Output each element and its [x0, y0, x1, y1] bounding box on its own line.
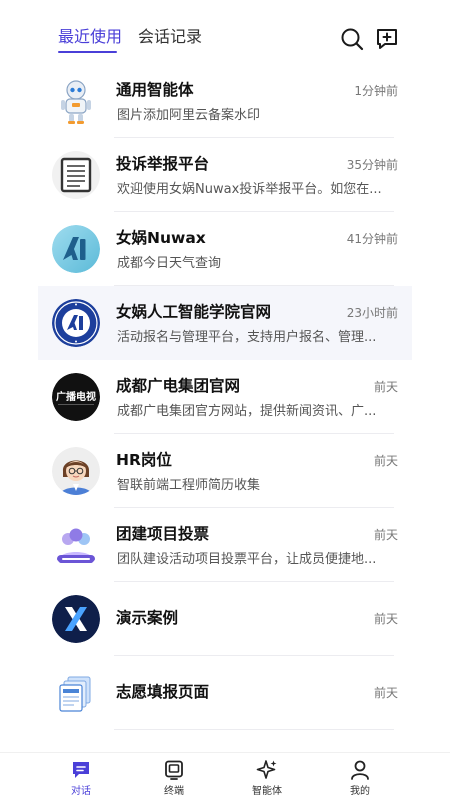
- conversation-name: 志愿填报页面: [116, 683, 210, 701]
- profile-icon: [351, 760, 369, 780]
- conversation-name: 成都广电集团官网: [116, 377, 241, 395]
- conversation-preview: 活动报名与管理平台，支持用户报名、管理...: [117, 330, 377, 345]
- conversation-item[interactable]: 投诉举报平台 35分钟前 欢迎使用女娲Nuwax投诉举报平台。如您在...: [38, 138, 412, 212]
- conversation-name: HR岗位: [116, 451, 172, 469]
- bottom-tab-bar: 对话 终端 智能体 我的: [0, 752, 450, 800]
- tab-recent[interactable]: 最近使用: [58, 26, 122, 48]
- conversation-name: 演示案例: [116, 609, 179, 627]
- conversation-item[interactable]: 团建项目投票 前天 团队建设活动项目投票平台，让成员便捷地...: [38, 508, 412, 582]
- conversation-item[interactable]: HR岗位 前天 智联前端工程师简历收集: [38, 434, 412, 508]
- academy-seal-avatar: [52, 299, 100, 347]
- document-avatar: [52, 151, 100, 199]
- sparkle-icon: [256, 760, 277, 779]
- conversation-name: 女娲Nuwax: [116, 229, 206, 247]
- tab-history[interactable]: 会话记录: [138, 26, 202, 48]
- active-tab-indicator: [58, 51, 117, 53]
- conversation-time: 41分钟前: [346, 232, 398, 246]
- tabbar-label: 智能体: [252, 786, 282, 797]
- conversation-name: 投诉举报平台: [116, 155, 210, 173]
- tabbar-item-profile[interactable]: 我的: [330, 759, 390, 799]
- conversation-item[interactable]: 演示案例 前天: [38, 582, 412, 656]
- broadcast-logo-text: 广播电视: [56, 390, 96, 403]
- conversation-item[interactable]: 广播电视 成都广电集团官网 前天 成都广电集团官方网站，提供新闻资讯、广...: [38, 360, 412, 434]
- terminal-icon: [165, 760, 183, 780]
- conversation-time: 1分钟前: [354, 84, 398, 98]
- pages-stack-avatar: [52, 669, 100, 717]
- conversation-item[interactable]: 女娲Nuwax 41分钟前 成都今日天气查询: [38, 212, 412, 286]
- conversation-preview: 图片添加阿里云备案水印: [117, 108, 261, 123]
- tabbar-label: 对话: [71, 786, 91, 797]
- tabbar-item-agents[interactable]: 智能体: [237, 759, 297, 799]
- conversation-preview: 欢迎使用女娲Nuwax投诉举报平台。如您在...: [117, 182, 382, 197]
- conversation-preview: 智联前端工程师简历收集: [117, 478, 261, 493]
- tabbar-item-chat[interactable]: 对话: [51, 759, 111, 799]
- conversation-time: 35分钟前: [346, 158, 398, 172]
- new-chat-icon[interactable]: [374, 26, 400, 52]
- chat-icon: [73, 762, 89, 778]
- team-planner-avatar: [52, 521, 100, 569]
- conversation-time: 前天: [373, 686, 398, 700]
- conversation-item[interactable]: 通用智能体 1分钟前 图片添加阿里云备案水印: [38, 64, 412, 138]
- conversation-time: 前天: [373, 528, 398, 542]
- conversation-time: 前天: [373, 454, 398, 468]
- tabbar-label: 终端: [164, 786, 184, 797]
- conversation-name: 团建项目投票: [116, 525, 210, 543]
- conversation-name: 通用智能体: [116, 81, 194, 99]
- conversation-item[interactable]: 志愿填报页面 前天: [38, 656, 412, 730]
- tabbar-item-terminal[interactable]: 终端: [144, 759, 204, 799]
- conversation-item[interactable]: 女娲人工智能学院官网 23小时前 活动报名与管理平台，支持用户报名、管理...: [38, 286, 412, 360]
- conversation-time: 前天: [373, 380, 398, 394]
- row-divider: [114, 729, 394, 730]
- conversation-preview: 团队建设活动项目投票平台，让成员便捷地...: [117, 552, 377, 567]
- conversation-list[interactable]: 通用智能体 1分钟前 图片添加阿里云备案水印 投诉举报平台 35分钟前 欢迎使用…: [0, 62, 450, 752]
- robot-avatar: [52, 77, 100, 125]
- broadcast-logo-avatar: 广播电视: [52, 373, 100, 421]
- conversation-preview: 成都今日天气查询: [117, 256, 222, 271]
- nuwax-logo-avatar: [52, 225, 100, 273]
- conversation-time: 23小时前: [346, 306, 398, 320]
- top-header: 最近使用 会话记录: [0, 0, 450, 62]
- search-icon[interactable]: [339, 26, 365, 52]
- conversation-preview: 成都广电集团官方网站，提供新闻资讯、广...: [117, 404, 377, 419]
- conversation-time: 前天: [373, 612, 398, 626]
- x-logo-avatar: [52, 595, 100, 643]
- tabbar-label: 我的: [350, 786, 370, 797]
- person-avatar: [52, 447, 100, 495]
- conversation-name: 女娲人工智能学院官网: [116, 303, 272, 321]
